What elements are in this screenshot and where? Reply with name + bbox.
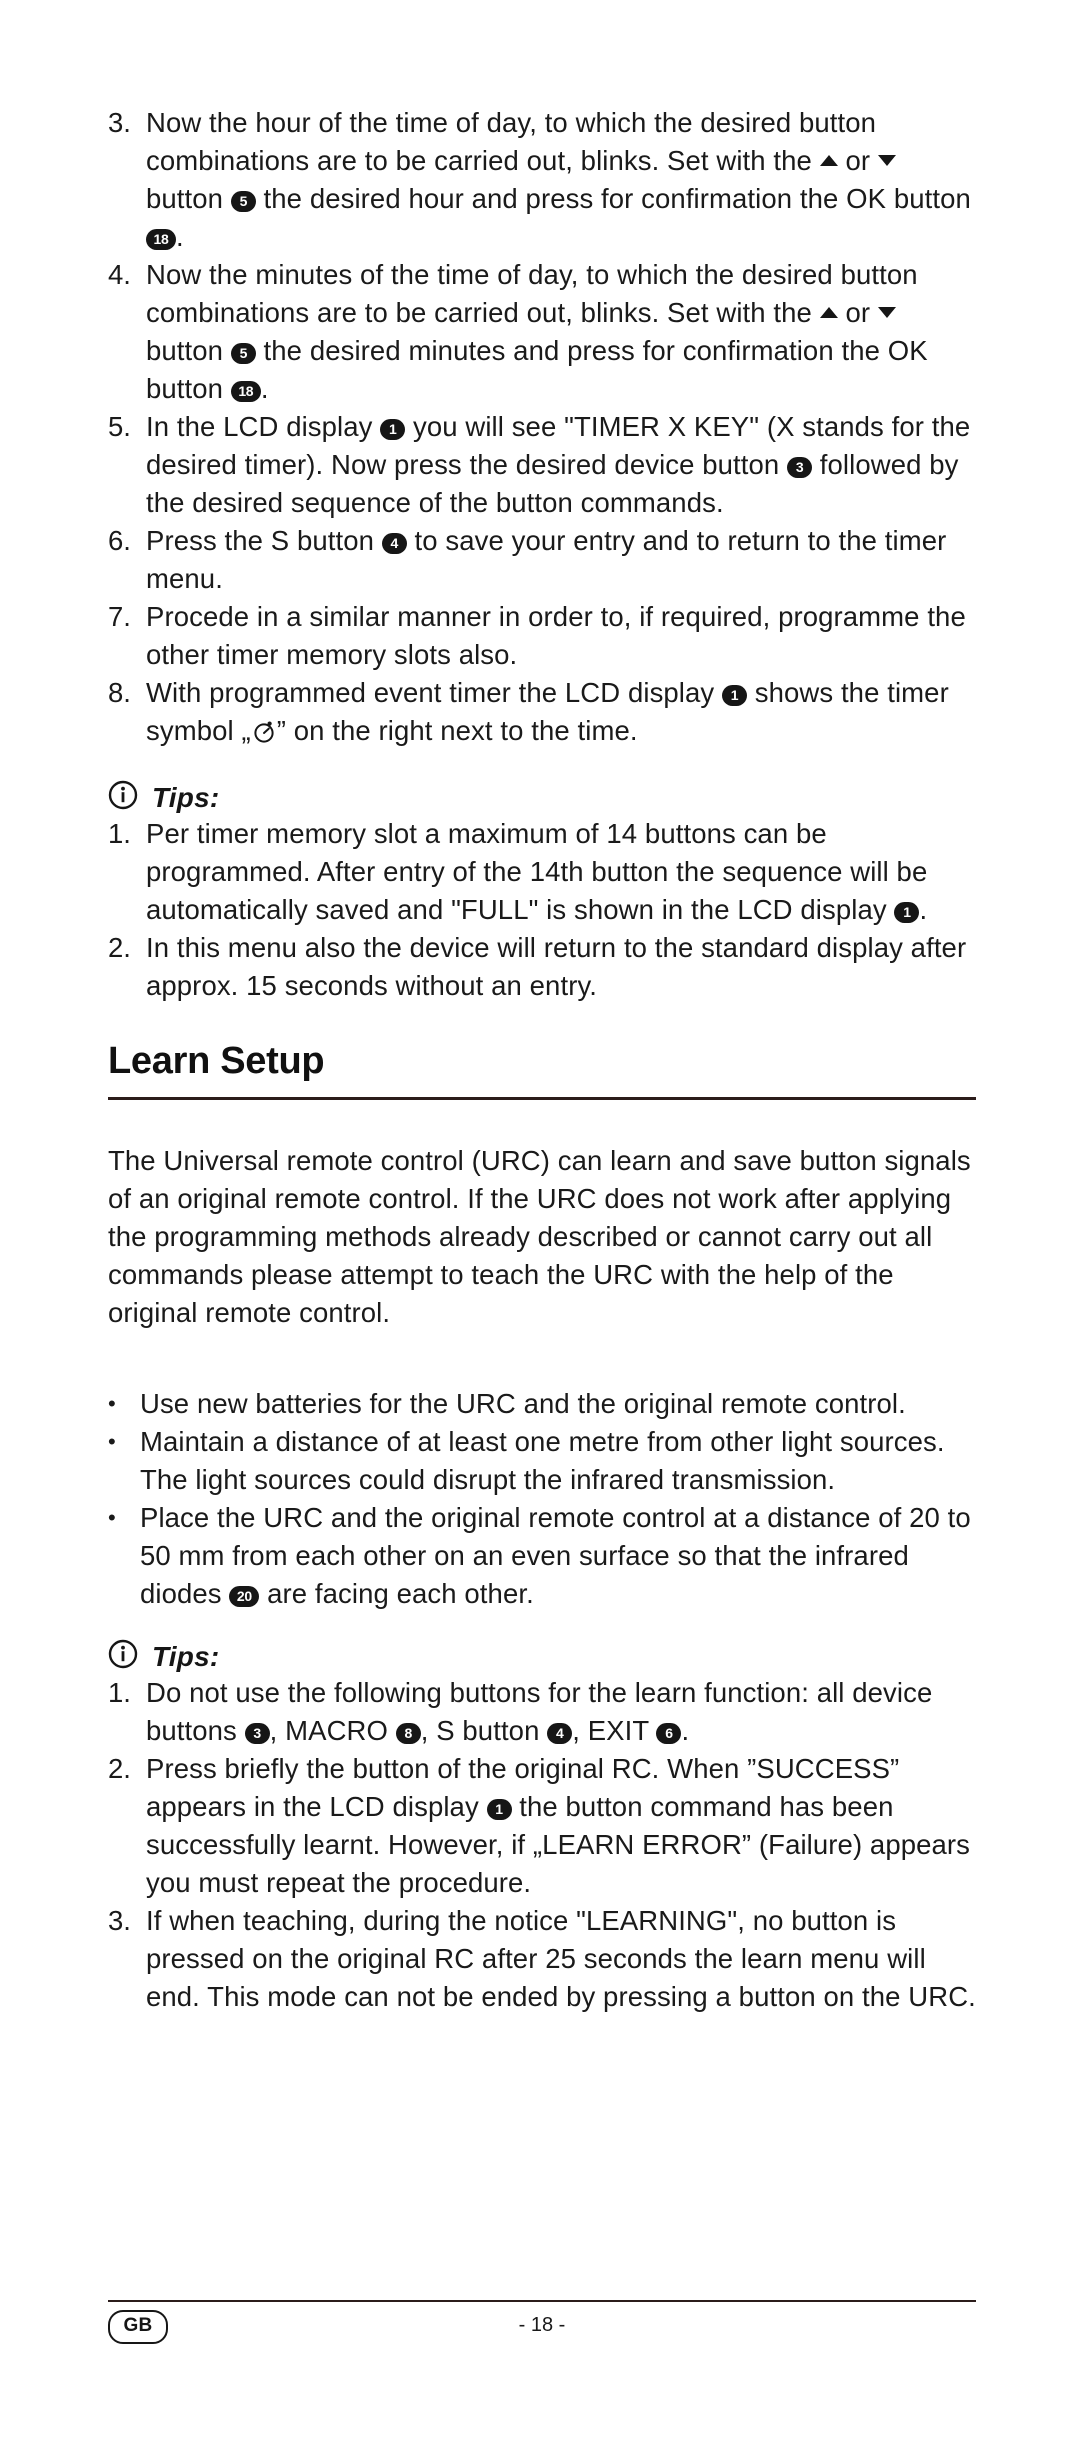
tips-label: Tips:	[152, 1640, 220, 1672]
list-item: 6. Press the S button 4 to save your entr…	[108, 522, 976, 598]
list-item-text: Press briefly the button of the original…	[146, 1753, 971, 1898]
reference-badge-1: 1	[894, 902, 920, 923]
section-heading-learn-setup: Learn Setup	[108, 1040, 325, 1082]
reference-badge-5: 5	[230, 343, 256, 364]
tips-label: Tips:	[152, 781, 220, 813]
numbered-steps-list: 3. Now the hour of the time of day, to wh…	[108, 104, 976, 754]
list-item-text: In this menu also the device will return…	[146, 932, 967, 1001]
tips-two-list: 1. Do not use the following buttons for t…	[108, 1674, 976, 2016]
list-item: 4. Now the minutes of the time of day, to…	[108, 256, 976, 408]
list-item-marker: 4.	[108, 259, 131, 290]
manual-page: 3. Now the hour of the time of day, to wh…	[0, 0, 1080, 2455]
reference-badge-20: 20	[229, 1586, 260, 1607]
list-item: • Use new batteries for the URC and the o…	[108, 1385, 976, 1423]
list-item-marker: 7.	[108, 601, 131, 632]
list-item: 2. Press briefly the button of the origin…	[108, 1750, 976, 1902]
list-item: 3. If when teaching, during the notice "L…	[108, 1902, 976, 2016]
list-item-marker: •	[108, 1505, 116, 1530]
list-item-marker: 2.	[108, 932, 131, 963]
page-footer: GB - 18 -	[108, 2300, 976, 2350]
list-item-marker: •	[108, 1391, 116, 1416]
list-item: • Place the URC and the original remote c…	[108, 1499, 976, 1613]
list-item-marker: 1.	[108, 1677, 131, 1708]
reference-badge-3: 3	[787, 457, 813, 478]
list-item-marker: 6.	[108, 525, 131, 556]
learn-setup-bullets: • Use new batteries for the URC and the o…	[108, 1385, 976, 1613]
reference-badge-18: 18	[230, 381, 261, 402]
list-item-text: Use new batteries for the URC and the or…	[140, 1388, 906, 1419]
list-item-marker: 3.	[108, 1905, 131, 1936]
tips-block-one: Tips: 1. Per timer memory slot a maximum …	[108, 780, 976, 1005]
list-item-text: Maintain a distance of at least one metr…	[140, 1426, 945, 1495]
reference-badge-18: 18	[146, 229, 176, 250]
tips-heading-two: Tips:	[108, 1639, 976, 1674]
info-icon	[108, 780, 138, 815]
list-item-marker: 1.	[108, 818, 131, 849]
list-item: 1. Per timer memory slot a maximum of 14 …	[108, 815, 976, 929]
list-item-text: Press the S button 4 to save your entry …	[146, 525, 947, 594]
timer-symbol-icon	[251, 716, 277, 754]
tips-heading: Tips:	[108, 780, 976, 815]
reference-badge-6: 6	[656, 1723, 682, 1744]
list-item-text: In the LCD display 1 you will see "TIMER…	[146, 411, 971, 518]
reference-badge-1: 1	[722, 685, 748, 706]
list-item: 2. In this menu also the device will retu…	[108, 929, 976, 1005]
list-item-marker: 2.	[108, 1753, 131, 1784]
reference-badge-1: 1	[380, 419, 406, 440]
list-item-marker: 8.	[108, 677, 131, 708]
list-item-text: If when teaching, during the notice "LEA…	[146, 1905, 976, 2012]
list-item-text: With programmed event timer the LCD disp…	[146, 674, 976, 754]
list-item-marker: 3.	[108, 107, 131, 138]
reference-badge-3: 3	[244, 1723, 270, 1744]
list-item-marker: •	[108, 1429, 116, 1454]
reference-badge-1: 1	[486, 1799, 512, 1820]
triangle-up-icon	[819, 307, 838, 318]
list-item-text: Now the minutes of the time of day, to w…	[146, 259, 928, 404]
tips-one-list: 1. Per timer memory slot a maximum of 14 …	[108, 815, 976, 1005]
reference-badge-4: 4	[381, 533, 407, 554]
list-item-text: Place the URC and the original remote co…	[140, 1502, 971, 1609]
triangle-down-icon	[877, 155, 896, 166]
reference-badge-8: 8	[395, 1723, 421, 1744]
list-item: 8. With programmed event timer the LCD di…	[108, 674, 976, 754]
info-icon	[108, 1639, 138, 1674]
list-item: • Maintain a distance of at least one met…	[108, 1423, 976, 1499]
triangle-down-icon	[877, 307, 896, 318]
learn-setup-section: Learn Setup The Universal remote control…	[108, 1039, 976, 1613]
list-item-text: Per timer memory slot a maximum of 14 bu…	[146, 818, 928, 925]
learn-setup-intro: The Universal remote control (URC) can l…	[108, 1144, 971, 1328]
list-item-marker: 5.	[108, 411, 131, 442]
reference-badge-5: 5	[230, 191, 256, 212]
reference-badge-4: 4	[547, 1723, 573, 1744]
page-content: 3. Now the hour of the time of day, to wh…	[108, 104, 976, 2016]
list-item: 7. Procede in a similar manner in order t…	[108, 598, 976, 674]
list-item: 3. Now the hour of the time of day, to wh…	[108, 104, 976, 256]
list-item-text: Do not use the following buttons for the…	[146, 1677, 933, 1746]
triangle-up-icon	[819, 155, 838, 166]
page-number: - 18 -	[518, 2314, 566, 2336]
list-item: 5. In the LCD display 1 you will see "TIM…	[108, 408, 976, 522]
list-item-text: Procede in a similar manner in order to,…	[146, 601, 966, 670]
footer-row: GB - 18 -	[108, 2302, 976, 2350]
list-item: 1. Do not use the following buttons for t…	[108, 1674, 976, 1750]
tips-block-two: Tips: 1. Do not use the following buttons…	[108, 1639, 976, 2016]
list-item-text: Now the hour of the time of day, to whic…	[146, 107, 971, 252]
